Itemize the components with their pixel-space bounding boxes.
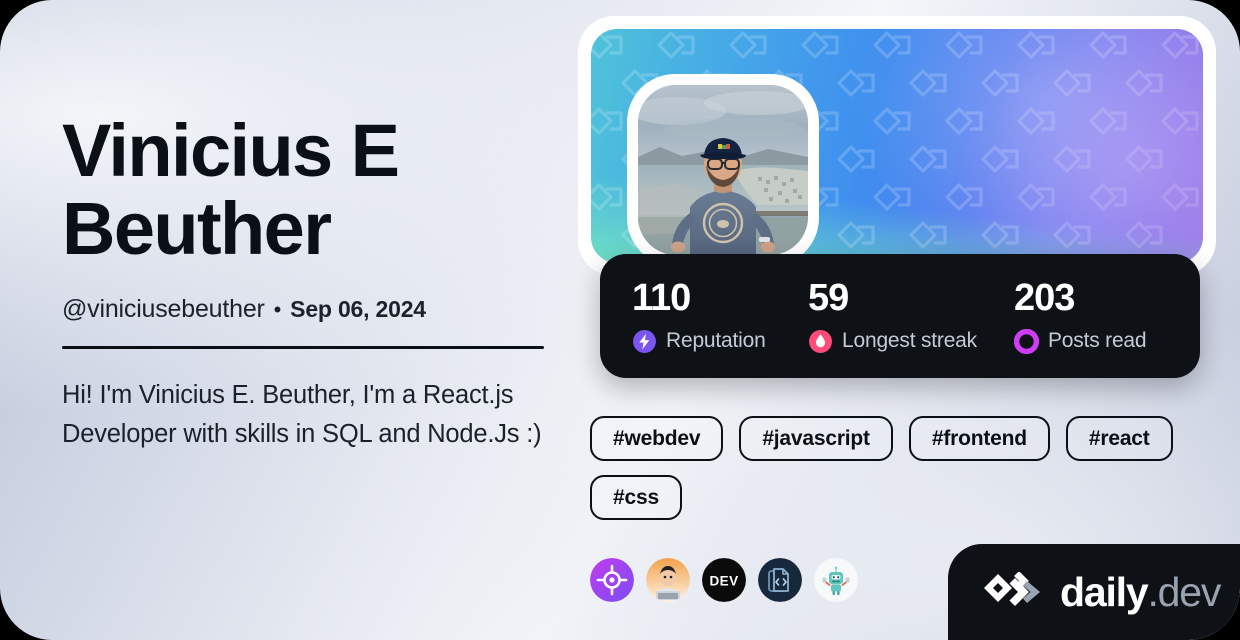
social-links: DEV [590,558,858,602]
tag-chip[interactable]: #webdev [590,416,724,461]
stat-label: Posts read [1048,329,1147,352]
brand-name-suffix: .dev [1147,568,1221,615]
daily-dev-badge: daily.dev [948,544,1240,640]
brand-name-main: daily [1060,568,1149,615]
tag-chip[interactable]: #react [1065,416,1173,461]
tag-chip[interactable]: #css [590,475,682,520]
posts-read-ring-icon [1014,328,1039,354]
avatar-photo [638,85,808,255]
stat-reputation: 110 Reputation [632,279,808,354]
separator-dot: • [273,296,282,322]
cover-image [591,29,1203,263]
avatar-laptop-icon[interactable] [646,558,690,602]
devto-icon[interactable]: DEV [702,558,746,602]
brand-name: daily.dev [1060,568,1221,615]
profile-card: Vinicius E Beuther @viniciusebeuther • S… [0,0,1240,640]
svg-text:DEV: DEV [710,574,739,589]
stat-value: 110 [632,276,691,319]
reputation-bolt-icon [633,329,656,353]
divider [62,345,544,349]
tag-list: #webdev #javascript #frontend #react #cs… [590,416,1210,520]
cover-card [578,16,1216,276]
user-handle: @viniciusebeuther [62,294,265,323]
profile-visual-column: 110 Reputation 59 Longest streak 203 Pos… [578,16,1218,602]
stat-label: Reputation [666,329,766,352]
bio-text: Hi! I'm Vinicius E. Beuther, I'm a React… [62,380,542,449]
stats-bar: 110 Reputation 59 Longest streak 203 Pos… [600,254,1200,378]
avatar [627,74,819,263]
crosshair-target-icon[interactable] [590,558,634,602]
joined-date: Sep 06, 2024 [290,295,426,322]
stat-posts-read: 203 Posts read [1014,276,1147,354]
tag-chip[interactable]: #frontend [908,416,1050,461]
profile-info-column: Vinicius E Beuther @viniciusebeuther • S… [62,109,562,455]
handle-and-date: @viniciusebeuther • Sep 06, 2024 [62,295,562,324]
daily-dev-chevron-logo [984,572,1040,606]
code-file-icon[interactable] [758,558,802,602]
stat-label: Longest streak [842,329,977,352]
stat-longest-streak: 59 Longest streak [808,279,1014,354]
page-title: Vinicius E Beuther [62,109,400,271]
tag-chip[interactable]: #javascript [739,416,893,461]
stat-value: 59 [808,276,849,319]
robot-mascot-icon[interactable] [814,558,858,602]
stat-value: 203 [1014,276,1075,319]
streak-flame-icon [809,329,832,353]
